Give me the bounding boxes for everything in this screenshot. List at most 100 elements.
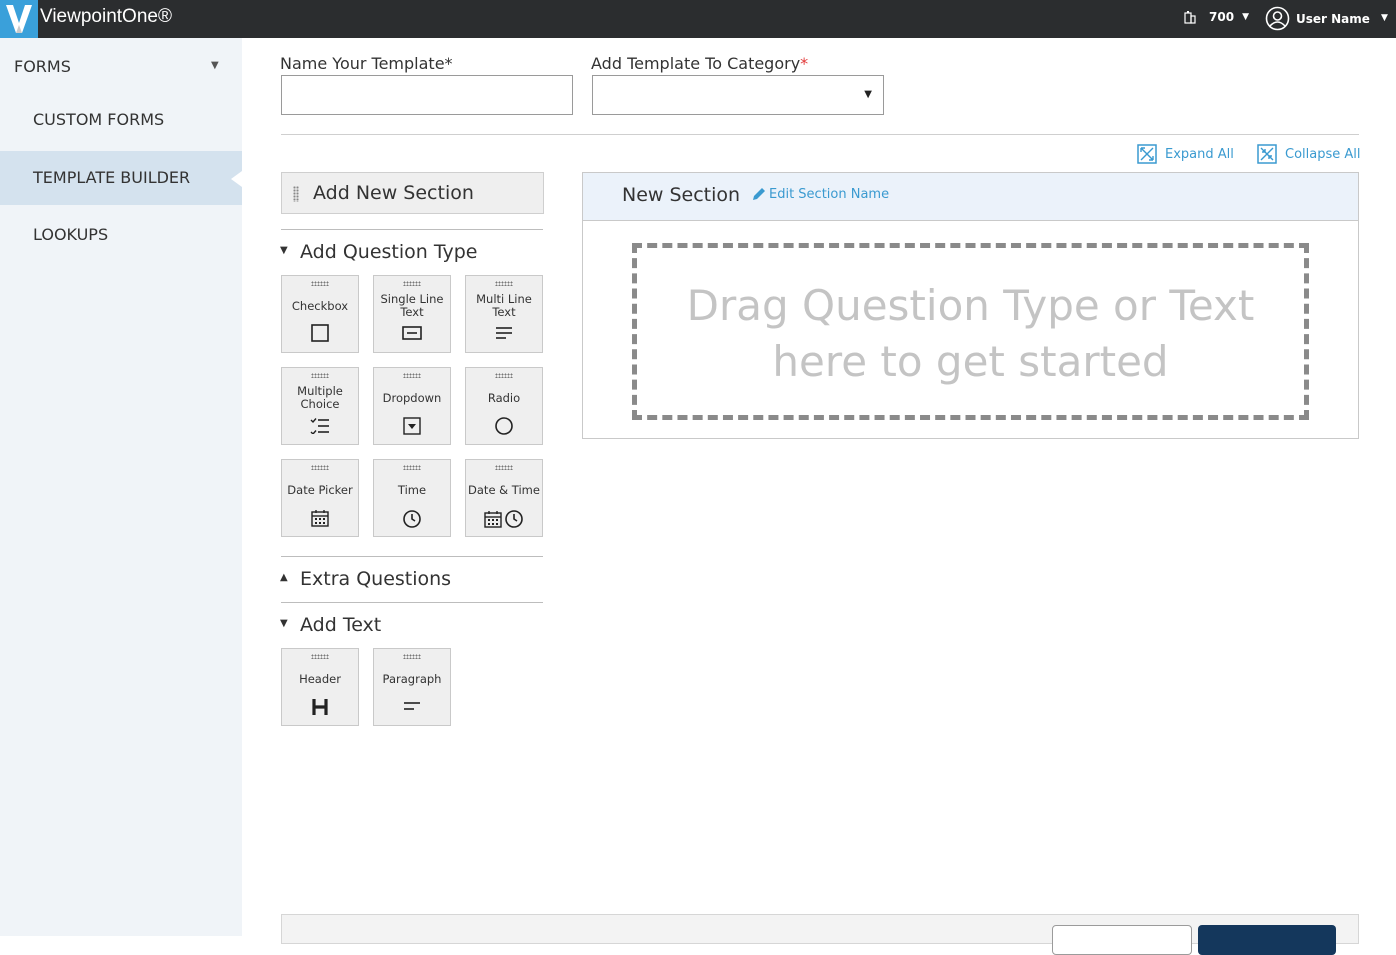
radio-icon	[466, 416, 542, 436]
add-text-group-header[interactable]: ▼ Add Text	[280, 614, 381, 636]
sidebar-section-forms[interactable]: FORMS	[14, 57, 71, 76]
palette-divider	[281, 602, 543, 603]
category-label-text: Add Template To Category	[591, 54, 801, 73]
company-number: 700	[1209, 10, 1235, 24]
top-bar: ViewpointOne® 700 ▼ User Name ▼	[0, 0, 1396, 38]
question-tile-single-line-text[interactable]: Single Line Text	[373, 275, 451, 353]
text-tile-paragraph[interactable]: Paragraph	[373, 648, 451, 726]
drag-grip-icon	[311, 281, 329, 286]
add-new-section-label: Add New Section	[313, 182, 474, 204]
question-tile-dropdown[interactable]: Dropdown	[373, 367, 451, 445]
dropdown-icon	[374, 417, 450, 435]
palette-divider	[281, 556, 543, 557]
cancel-button[interactable]	[1052, 925, 1192, 955]
tile-label: Single Line Text	[380, 292, 444, 319]
section-panel: New Section Edit Section Name Drag Quest…	[582, 172, 1359, 439]
multi-line-text-icon	[466, 326, 542, 340]
category-select[interactable]: ▼	[592, 75, 884, 115]
question-tile-date-time[interactable]: Date & Time	[465, 459, 543, 537]
building-icon	[1184, 11, 1196, 24]
select-arrow-icon: ▼	[864, 89, 872, 100]
drag-grip-icon	[403, 654, 421, 659]
multiple-choice-icon	[282, 418, 358, 434]
drag-grip-icon	[311, 465, 329, 470]
collapsed-triangle-icon: ▲	[280, 572, 288, 583]
drag-grip-icon	[495, 465, 513, 470]
calendar-clock-icon	[466, 509, 542, 529]
sidebar-item-custom-forms[interactable]: CUSTOM FORMS	[0, 93, 242, 147]
question-tile-radio[interactable]: Radio	[465, 367, 543, 445]
add-text-group-label: Add Text	[300, 614, 382, 636]
user-avatar-icon	[1265, 6, 1290, 31]
drag-handle-icon	[293, 186, 299, 202]
expanded-triangle-icon: ▼	[280, 618, 288, 629]
user-name: User Name	[1296, 11, 1370, 26]
save-button[interactable]	[1198, 925, 1336, 955]
section-title: New Section	[622, 184, 741, 206]
sidebar-item-lookups[interactable]: LOOKUPS	[0, 208, 242, 262]
drag-grip-icon	[311, 373, 329, 378]
category-label: Add Template To Category*	[591, 54, 808, 73]
checkbox-icon	[282, 324, 358, 342]
tile-label: Dropdown	[382, 391, 442, 405]
question-tile-multiple-choice[interactable]: Multiple Choice	[281, 367, 359, 445]
drag-grip-icon	[495, 373, 513, 378]
single-line-text-icon	[374, 326, 450, 340]
extra-questions-group-label: Extra Questions	[300, 568, 452, 590]
logo[interactable]	[0, 0, 38, 38]
edit-section-name-label: Edit Section Name	[769, 187, 890, 202]
tile-label: Radio	[487, 391, 521, 405]
paragraph-icon	[374, 701, 450, 711]
drag-grip-icon	[403, 465, 421, 470]
tile-label: Date Picker	[287, 483, 353, 497]
logo-v-icon	[6, 5, 32, 33]
question-dropzone[interactable]: Drag Question Type or Text here to get s…	[632, 243, 1309, 420]
clock-icon	[374, 509, 450, 529]
sidebar-item-template-builder[interactable]: TEMPLATE BUILDER	[0, 151, 242, 205]
drag-grip-icon	[311, 654, 329, 659]
question-tile-date-picker[interactable]: Date Picker	[281, 459, 359, 537]
section-header[interactable]: New Section Edit Section Name	[583, 173, 1358, 221]
company-selector[interactable]: 700 ▼	[1183, 10, 1249, 24]
user-menu-chevron-icon[interactable]: ▼	[1381, 13, 1388, 23]
tile-label: Multi Line Text	[476, 292, 532, 319]
drag-grip-icon	[495, 281, 513, 286]
required-mark: *	[800, 54, 809, 73]
tile-label: Paragraph	[382, 672, 442, 686]
drag-grip-icon	[403, 281, 421, 286]
template-name-input[interactable]	[281, 75, 573, 115]
collapse-all-link[interactable]: Collapse All	[1257, 144, 1361, 164]
question-type-group-header[interactable]: ▼ Add Question Type	[280, 241, 478, 263]
tile-label: Time	[397, 483, 427, 497]
drag-grip-icon	[403, 373, 421, 378]
tile-label: Header	[299, 672, 341, 686]
tile-label: Checkbox	[291, 299, 349, 313]
chevron-down-icon: ▼	[1242, 12, 1249, 22]
text-tile-header[interactable]: Header	[281, 648, 359, 726]
expand-all-label: Expand All	[1165, 146, 1234, 162]
header-icon	[282, 698, 358, 716]
expand-icon	[1137, 144, 1157, 164]
user-menu[interactable]: User Name	[1265, 6, 1370, 31]
pencil-icon	[753, 188, 765, 200]
collapse-all-label: Collapse All	[1285, 146, 1361, 162]
collapse-icon	[1257, 144, 1277, 164]
calendar-icon	[282, 509, 358, 527]
expanded-triangle-icon: ▼	[280, 245, 288, 256]
expand-all-link[interactable]: Expand All	[1137, 144, 1234, 164]
tile-label: Date & Time	[468, 483, 540, 497]
template-name-label: Name Your Template*	[280, 54, 453, 73]
sidebar-collapse-chevron-icon[interactable]: ▼	[211, 60, 219, 71]
add-new-section-button[interactable]: Add New Section	[281, 172, 544, 214]
question-type-group-label: Add Question Type	[300, 241, 478, 263]
question-tile-multi-line-text[interactable]: Multi Line Text	[465, 275, 543, 353]
palette-divider	[281, 229, 543, 230]
extra-questions-group-header[interactable]: ▲ Extra Questions	[280, 568, 451, 590]
app-title: ViewpointOne®	[40, 6, 172, 27]
edit-section-name-link[interactable]: Edit Section Name	[751, 187, 889, 202]
header-divider	[281, 134, 1359, 135]
question-tile-checkbox[interactable]: Checkbox	[281, 275, 359, 353]
question-tile-time[interactable]: Time	[373, 459, 451, 537]
sidebar: FORMS ▼ CUSTOM FORMS TEMPLATE BUILDER LO…	[0, 38, 242, 936]
tile-label: Multiple Choice	[297, 384, 343, 411]
